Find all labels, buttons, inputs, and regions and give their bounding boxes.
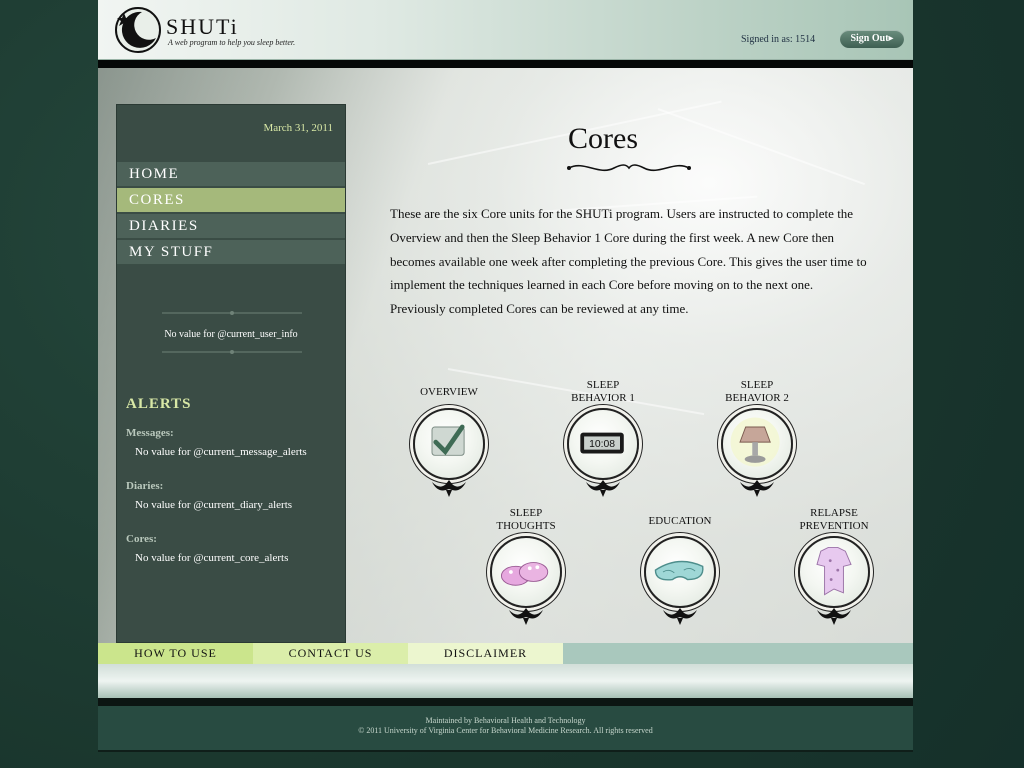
title-flourish [567, 164, 691, 172]
nav-cores[interactable]: CORES [117, 188, 345, 213]
core-label-line2: BEHAVIOR 2 [725, 392, 789, 404]
footer-link-contact-us[interactable]: CONTACT US [253, 643, 408, 664]
logo-text[interactable]: SHUTi [166, 14, 239, 40]
footer-copyright: © 2011 University of Virginia Center for… [358, 726, 653, 735]
core-label-line1: SLEEP [740, 379, 774, 391]
slippers-icon [490, 536, 562, 608]
sleep-mask-icon [644, 536, 716, 608]
core-label: SLEEP THOUGHTS [471, 507, 581, 533]
core-pedestal [509, 608, 543, 625]
main-area: March 31, 2011 HOME CORES DIARIES MY STU… [98, 68, 913, 643]
alarm-clock-icon: 10:08 [567, 408, 639, 480]
core-label: EDUCATION [625, 515, 735, 528]
sign-out-button[interactable]: Sign Out▸ [840, 30, 904, 48]
nav-my-stuff[interactable]: MY STUFF [117, 240, 345, 265]
diary-alerts: No value for @current_diary_alerts [135, 499, 293, 511]
core-alerts: No value for @current_core_alerts [135, 552, 289, 564]
core-label: RELAPSE PREVENTION [779, 507, 889, 533]
core-label-line1: OVERVIEW [420, 386, 478, 398]
current-date: March 31, 2011 [263, 122, 333, 134]
signed-in-label: Signed in as: 1514 [741, 34, 816, 45]
core-label-line2: THOUGHTS [496, 520, 556, 532]
core-label-line1: SLEEP [509, 507, 543, 519]
alerts-heading: ALERTS [126, 396, 192, 412]
core-label: OVERVIEW [394, 386, 504, 399]
sidebar: March 31, 2011 HOME CORES DIARIES MY STU… [116, 104, 346, 643]
core-label: SLEEP BEHAVIOR 1 [548, 379, 658, 405]
current-user-info: No value for @current_user_info [164, 329, 298, 340]
core-label-line1: SLEEP [586, 379, 620, 391]
core-pedestal [740, 480, 774, 497]
core-overview[interactable]: OVERVIEW [394, 382, 504, 502]
page-frame: SHUTi A web program to help you sleep be… [98, 0, 913, 752]
core-sleep-behavior-1[interactable]: SLEEP BEHAVIOR 1 10:08 [548, 378, 658, 498]
footer-divider [98, 698, 913, 706]
clock-display: 10:08 [589, 439, 615, 450]
moon-logo-icon [115, 7, 161, 53]
header-divider [98, 60, 913, 68]
core-label: SLEEP BEHAVIOR 2 [702, 379, 812, 405]
core-label-line1: EDUCATION [648, 515, 712, 527]
footer-link-disclaimer[interactable]: DISCLAIMER [408, 643, 563, 664]
footer-maintained-by: Maintained by Behavioral Health and Tech… [425, 716, 586, 725]
core-pedestal [817, 608, 851, 625]
core-education[interactable]: EDUCATION [625, 506, 735, 626]
diaries-label: Diaries: [126, 480, 164, 492]
core-pedestal [586, 480, 620, 497]
footer: Maintained by Behavioral Health and Tech… [98, 706, 913, 750]
cores-label: Cores: [126, 533, 157, 545]
core-pedestal [663, 608, 697, 625]
header: SHUTi A web program to help you sleep be… [98, 0, 913, 60]
pajamas-icon [798, 536, 870, 608]
nav-home[interactable]: HOME [117, 162, 345, 187]
messages-alerts: No value for @current_message_alerts [135, 446, 307, 458]
intro-paragraph: These are the six Core units for the SHU… [390, 206, 867, 317]
footer-band [98, 664, 913, 698]
logo-tagline: A web program to help you sleep better. [168, 38, 296, 47]
messages-label: Messages: [126, 427, 174, 439]
core-label-line2: PREVENTION [799, 520, 869, 532]
divider-ornament [162, 311, 302, 315]
divider-ornament [162, 350, 302, 354]
core-relapse-prevention[interactable]: RELAPSE PREVENTION [779, 506, 889, 626]
core-sleep-thoughts[interactable]: SLEEP THOUGHTS [471, 506, 581, 626]
footer-nav: HOW TO USE CONTACT US DISCLAIMER [98, 643, 913, 664]
footer-link-how-to-use[interactable]: HOW TO USE [98, 643, 253, 664]
core-label-line1: RELAPSE [810, 507, 858, 519]
core-sleep-behavior-2[interactable]: SLEEP BEHAVIOR 2 [702, 378, 812, 498]
core-pedestal [432, 480, 466, 497]
nav-diaries[interactable]: DIARIES [117, 214, 345, 239]
core-label-line2: BEHAVIOR 1 [571, 392, 635, 404]
lamp-icon [721, 408, 793, 480]
page-title: Cores [568, 122, 638, 155]
checkmark-icon [413, 408, 485, 480]
